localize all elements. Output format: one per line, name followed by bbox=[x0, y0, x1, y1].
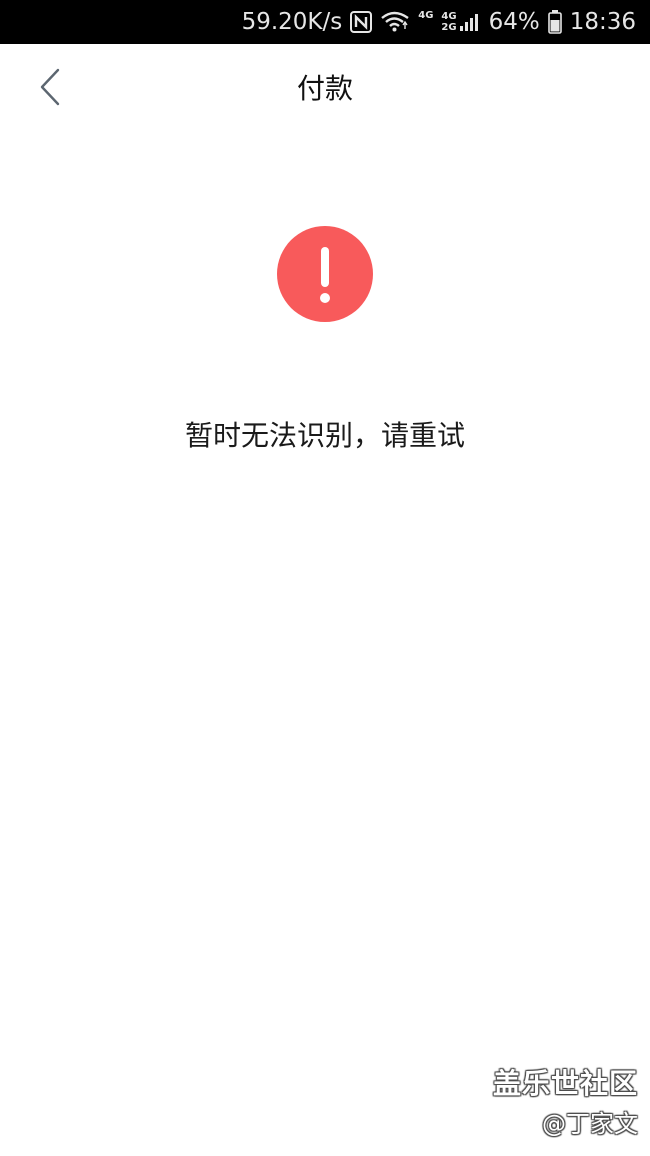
exclamation-bar bbox=[321, 247, 329, 287]
signal-icon: 4G 2G bbox=[441, 0, 480, 44]
watermark-site: 盖乐世社区 bbox=[492, 1067, 638, 1100]
page-title: 付款 bbox=[296, 72, 353, 105]
network-tag-2g: 2G bbox=[441, 22, 457, 33]
clock: 18:36 bbox=[569, 9, 636, 35]
watermark-author: @丁家文 bbox=[542, 1110, 638, 1138]
status-indicators: 59.20K/s 4G 4G 2G 64% 18:36 bbox=[242, 0, 636, 44]
error-message: 暂时无法识别，请重试 bbox=[184, 419, 465, 452]
battery-percent: 64% bbox=[488, 9, 540, 35]
wifi-icon bbox=[380, 0, 410, 44]
network-type-4g: 4G bbox=[418, 0, 433, 44]
battery-icon bbox=[547, 0, 562, 44]
navigation-bar: 付款 bbox=[0, 44, 650, 134]
network-speed: 59.20K/s bbox=[241, 9, 343, 35]
nfc-icon bbox=[350, 0, 373, 44]
network-tag-4g: 4G bbox=[418, 9, 434, 21]
network-tag-4g-secondary: 4G bbox=[441, 11, 457, 22]
exclamation-icon bbox=[277, 226, 373, 322]
exclamation-dot bbox=[320, 293, 330, 303]
status-bar: 59.20K/s 4G 4G 2G 64% 18:36 bbox=[0, 0, 650, 44]
